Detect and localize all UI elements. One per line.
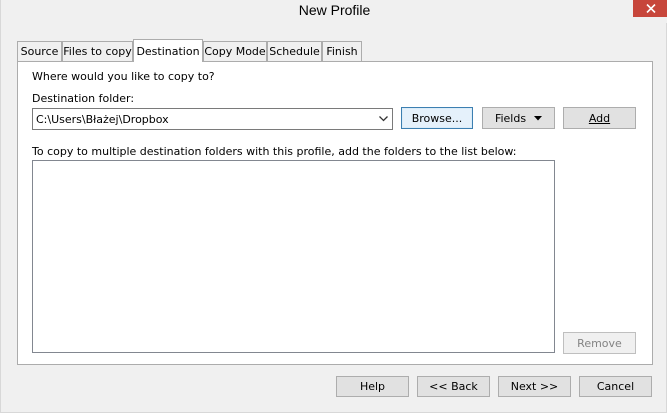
browse-button[interactable]: Browse... [401, 107, 473, 129]
help-button[interactable]: Help [336, 376, 409, 397]
window-title: New Profile [298, 2, 371, 18]
tab-destination[interactable]: Destination [133, 39, 203, 62]
tab-label: Finish [326, 45, 358, 58]
add-button[interactable]: Add [563, 107, 636, 129]
back-button-label: << Back [429, 380, 478, 393]
tab-source[interactable]: Source [17, 41, 62, 61]
add-button-label: Add [588, 111, 611, 125]
destination-folders-list[interactable] [32, 160, 555, 353]
new-profile-dialog: New Profile Source Files to copy Destina… [0, 0, 667, 413]
tab-label: Copy Mode [204, 45, 266, 58]
remove-button-label: Remove [577, 336, 622, 350]
tab-label: Files to copy [63, 45, 132, 58]
close-button[interactable] [633, 0, 667, 17]
destination-folder-label: Destination folder: [32, 92, 135, 105]
cancel-button-label: Cancel [596, 380, 635, 393]
cancel-button[interactable]: Cancel [579, 376, 652, 397]
browse-button-label: Browse... [411, 111, 463, 125]
close-icon [645, 4, 656, 13]
triangle-down-icon [534, 115, 543, 120]
help-button-label: Help [359, 380, 386, 393]
title-bar: New Profile [1, 0, 667, 23]
tab-finish[interactable]: Finish [322, 41, 362, 61]
destination-question: Where would you like to copy to? [32, 70, 215, 83]
fields-button[interactable]: Fields [482, 107, 555, 129]
tab-label: Destination [136, 44, 200, 58]
tab-copy-mode[interactable]: Copy Mode [203, 41, 267, 61]
tab-label: Schedule [269, 45, 320, 58]
destination-folder-combobox[interactable]: C:\Users\Błażej\Dropbox [32, 108, 393, 130]
fields-button-label: Fields [494, 111, 527, 125]
chevron-down-icon[interactable] [375, 109, 392, 129]
back-button[interactable]: << Back [417, 376, 490, 397]
next-button[interactable]: Next >> [498, 376, 571, 397]
multiple-destinations-label: To copy to multiple destination folders … [32, 145, 517, 158]
tab-files-to-copy[interactable]: Files to copy [62, 41, 133, 61]
next-button-label: Next >> [510, 380, 559, 393]
remove-button[interactable]: Remove [563, 332, 636, 354]
tab-schedule[interactable]: Schedule [267, 41, 322, 61]
tab-label: Source [20, 45, 59, 58]
destination-folder-value: C:\Users\Błażej\Dropbox [36, 112, 169, 126]
